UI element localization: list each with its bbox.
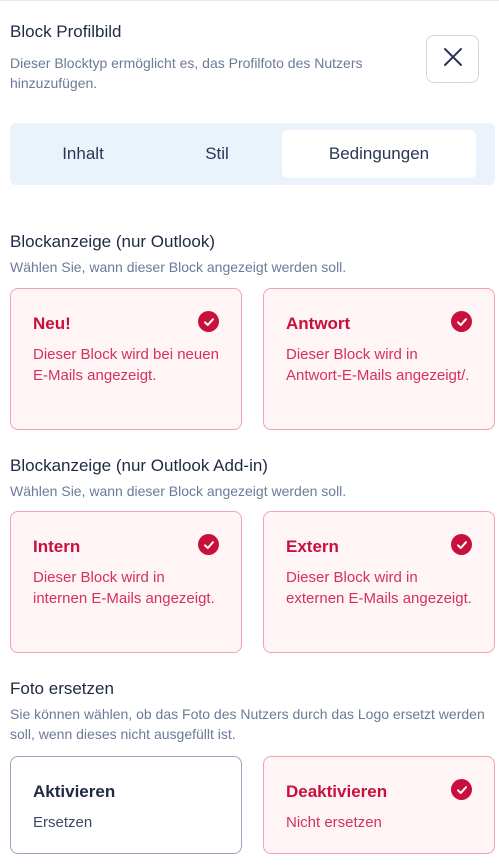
tab-inhalt[interactable]: Inhalt xyxy=(18,130,148,178)
section-subtitle-addin: Wählen Sie, wann dieser Block angezeigt … xyxy=(10,483,347,499)
close-icon xyxy=(443,47,463,72)
section-subtitle-outlook: Wählen Sie, wann dieser Block angezeigt … xyxy=(10,259,347,275)
option-card-intern[interactable]: Intern Dieser Block wird in internen E-M… xyxy=(10,511,242,653)
option-description: Dieser Block wird bei neuen E-Mails ange… xyxy=(33,346,219,384)
option-description: Nicht ersetzen xyxy=(286,814,382,831)
option-card-aktivieren[interactable]: Aktivieren Ersetzen xyxy=(10,756,242,854)
option-title: Deaktivieren xyxy=(286,782,388,801)
option-description: Ersetzen xyxy=(33,814,93,831)
tab-bar: Inhalt Stil Bedingungen xyxy=(10,123,495,185)
tab-stil[interactable]: Stil xyxy=(158,130,276,178)
check-circle-icon xyxy=(451,534,472,555)
option-description: Dieser Block wird in Antwort-E-Mails ang… xyxy=(286,346,470,384)
option-card-neu[interactable]: Neu! Dieser Block wird bei neuen E-Mails… xyxy=(10,288,242,430)
check-circle-icon xyxy=(198,311,219,332)
option-description: Dieser Block wird in externen E-Mails an… xyxy=(286,569,472,607)
option-card-extern[interactable]: Extern Dieser Block wird in externen E-M… xyxy=(263,511,495,653)
check-circle-icon xyxy=(451,779,472,800)
check-circle-icon xyxy=(198,534,219,555)
section-subtitle-photo: Sie können wählen, ob das Foto des Nutze… xyxy=(10,706,485,742)
option-description: Dieser Block wird in internen E-Mails an… xyxy=(33,569,215,607)
panel-subtitle: Dieser Blocktyp ermöglicht es, das Profi… xyxy=(10,55,363,91)
section-title-addin: Blockanzeige (nur Outlook Add-in) xyxy=(10,456,268,475)
close-button[interactable] xyxy=(426,35,479,83)
block-settings-panel: Block Profilbild Dieser Blocktyp ermögli… xyxy=(0,0,499,868)
check-circle-icon xyxy=(451,311,472,332)
option-title: Extern xyxy=(286,537,339,556)
option-card-deaktivieren[interactable]: Deaktivieren Nicht ersetzen xyxy=(263,756,495,854)
option-title: Antwort xyxy=(286,314,351,333)
option-title: Aktivieren xyxy=(33,782,116,801)
tab-bedingungen[interactable]: Bedingungen xyxy=(282,130,476,178)
panel-title: Block Profilbild xyxy=(10,22,122,41)
option-title: Intern xyxy=(33,537,81,556)
section-title-outlook: Blockanzeige (nur Outlook) xyxy=(10,232,216,251)
option-card-antwort[interactable]: Antwort Dieser Block wird in Antwort-E-M… xyxy=(263,288,495,430)
option-title: Neu! xyxy=(33,314,71,333)
section-title-photo: Foto ersetzen xyxy=(10,679,114,698)
